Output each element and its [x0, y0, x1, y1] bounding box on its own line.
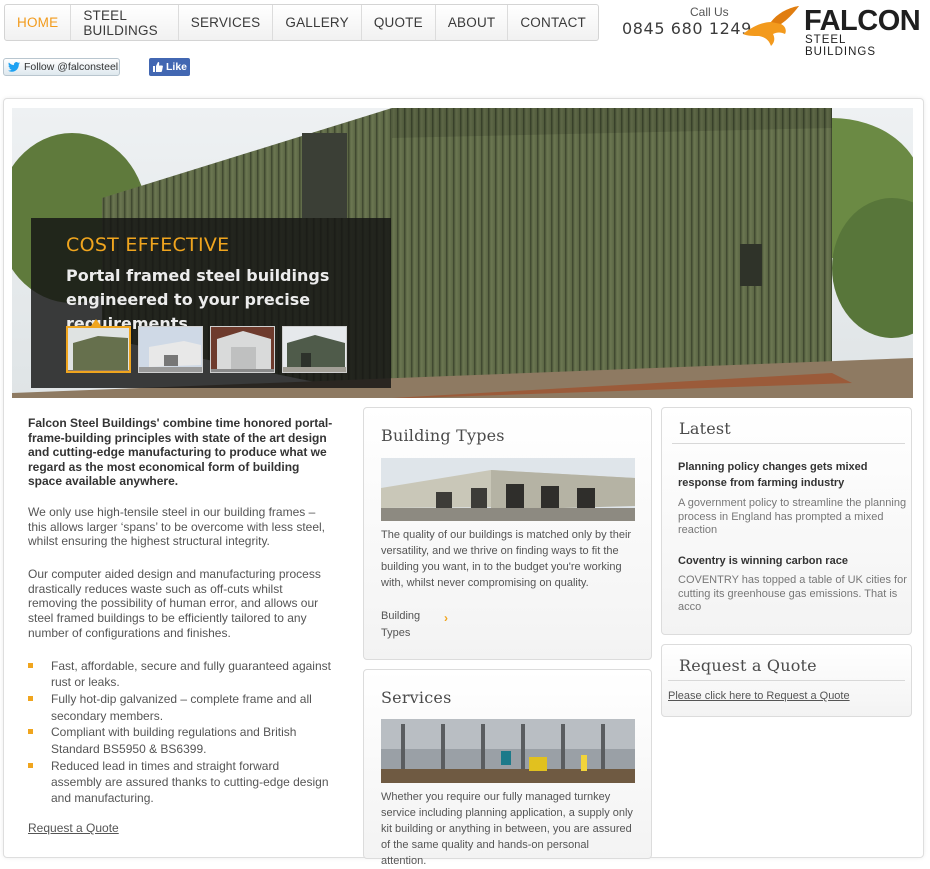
- request-quote-box: Request a Quote Please click here to Req…: [661, 644, 912, 717]
- logo-subtitle: STEEL BUILDINGS: [805, 34, 876, 58]
- building-types-box: Building Types The quality of our buildi…: [363, 407, 652, 660]
- news-item-1-body: A government policy to streamline the pl…: [678, 497, 907, 536]
- request-quote-link[interactable]: Request a Quote: [28, 821, 119, 835]
- facebook-like-label: Like: [166, 61, 188, 73]
- hero-thumb-2[interactable]: [138, 326, 203, 373]
- falcon-bird-icon: [743, 6, 799, 46]
- hero-thumb-1[interactable]: [66, 326, 131, 373]
- intro-lead-text: Falcon Steel Buildings' combine time hon…: [28, 416, 333, 489]
- news-item-1-title[interactable]: Planning policy changes gets mixed respo…: [678, 459, 888, 491]
- nav-steel-buildings[interactable]: STEEL BUILDINGS: [71, 5, 179, 40]
- list-item: Fully hot-dip galvanized – complete fram…: [28, 691, 333, 724]
- nav-home[interactable]: HOME: [5, 5, 72, 40]
- hero-title: COST EFFECTIVE: [66, 234, 230, 256]
- news-item-2-body: COVENTRY has topped a table of UK cities…: [678, 574, 907, 613]
- services-text: Whether you require our fully managed tu…: [381, 791, 633, 867]
- features-list: Fast, affordable, secure and fully guara…: [28, 658, 333, 807]
- latest-title: Latest: [679, 419, 731, 438]
- hero-thumbnails: [66, 326, 347, 373]
- twitter-bird-icon: [8, 62, 20, 72]
- request-quote-divider: [668, 680, 905, 681]
- nav-contact[interactable]: CONTACT: [508, 5, 598, 40]
- latest-news-box: Latest Planning policy changes gets mixe…: [661, 407, 912, 635]
- services-box: Services Whether you require our fully m…: [363, 669, 652, 867]
- nav-about[interactable]: ABOUT: [436, 5, 509, 40]
- services-title: Services: [381, 688, 452, 707]
- falcon-logo[interactable]: FALCON STEEL BUILDINGS: [741, 4, 921, 58]
- twitter-follow-label: Follow @falconsteel: [24, 61, 119, 73]
- intro-paragraph-1: We only use high-tensile steel in our bu…: [28, 505, 326, 549]
- request-quote-title: Request a Quote: [679, 656, 817, 675]
- hero-thumb-3[interactable]: [210, 326, 275, 373]
- call-us-label: Call Us: [690, 5, 729, 19]
- intro-paragraph-2: Our computer aided design and manufactur…: [28, 567, 321, 640]
- nav-services[interactable]: SERVICES: [179, 5, 274, 40]
- nav-gallery[interactable]: GALLERY: [273, 5, 362, 40]
- building-types-more-link[interactable]: Building Types: [381, 608, 433, 642]
- hero-slider: COST EFFECTIVE Portal framed steel build…: [12, 108, 913, 398]
- list-item: Compliant with building regulations and …: [28, 724, 333, 757]
- news-item-2-title[interactable]: Coventry is winning carbon race: [678, 553, 903, 569]
- chevron-right-icon[interactable]: ›: [444, 611, 448, 625]
- list-item: Fast, affordable, secure and fully guara…: [28, 658, 333, 691]
- building-types-text: The quality of our buildings is matched …: [381, 529, 632, 589]
- latest-divider: [672, 443, 905, 444]
- phone-number[interactable]: 0845 680 1249: [622, 19, 752, 38]
- services-image[interactable]: [381, 719, 635, 783]
- facebook-like-button[interactable]: Like: [149, 58, 190, 76]
- thumbs-up-icon: [153, 62, 163, 72]
- nav-quote[interactable]: QUOTE: [362, 5, 436, 40]
- list-item: Reduced lead in times and straight forwa…: [28, 758, 333, 807]
- building-types-title: Building Types: [381, 426, 505, 445]
- hero-thumb-4[interactable]: [282, 326, 347, 373]
- twitter-follow-button[interactable]: Follow @falconsteel: [3, 58, 120, 76]
- hero-caption-panel: COST EFFECTIVE Portal framed steel build…: [31, 218, 391, 388]
- main-nav: HOME STEEL BUILDINGS SERVICES GALLERY QU…: [4, 4, 599, 41]
- building-types-image[interactable]: [381, 458, 635, 521]
- active-thumb-pointer: [91, 319, 101, 326]
- request-quote-box-link[interactable]: Please click here to Request a Quote: [668, 690, 850, 702]
